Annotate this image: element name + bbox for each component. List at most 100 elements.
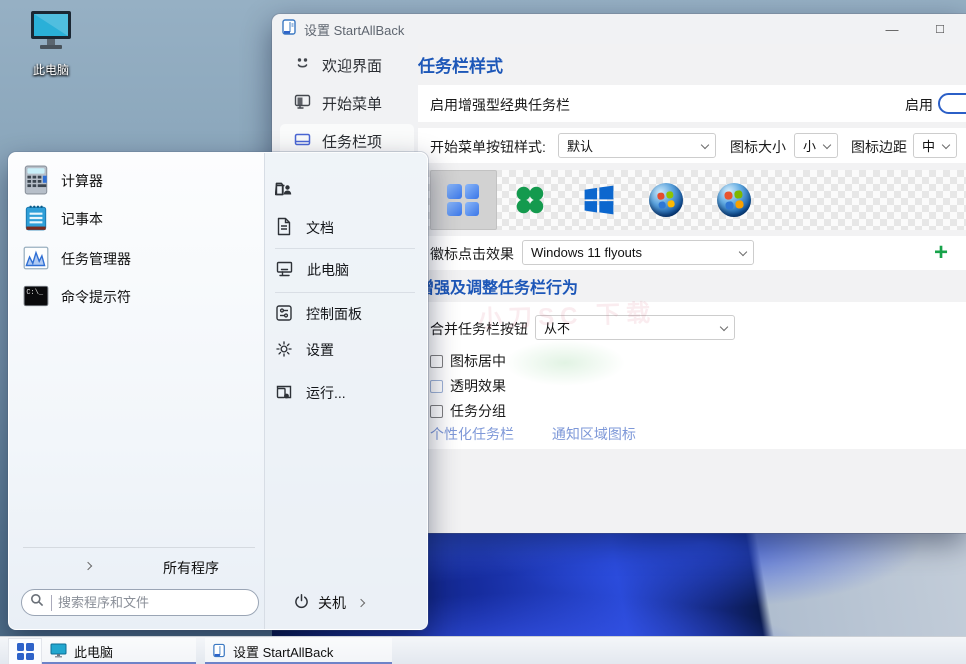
this-pc-taskbar-icon [50, 643, 67, 661]
desktop-icon-this-pc[interactable]: 此电脑 [12, 8, 90, 78]
start-menu-search-box[interactable] [21, 589, 259, 616]
shutdown-label: 关机 [318, 593, 346, 613]
behavior-section-heading: 增强及调整任务栏行为 [418, 274, 578, 298]
checkbox-transparency[interactable]: 透明效果 [430, 376, 506, 396]
checkbox-icon [430, 355, 443, 368]
chevron-down-icon [823, 141, 831, 149]
maximize-button[interactable]: ☐ [920, 14, 960, 44]
icon-size-label: 图标大小 [730, 137, 786, 157]
selected-value: Windows 11 flyouts [531, 245, 642, 260]
chevron-right-icon [84, 562, 92, 570]
start-button[interactable] [8, 638, 42, 664]
icon-margin-select[interactable]: 中 [913, 133, 957, 158]
chevron-right-icon [357, 599, 365, 607]
selected-value: 小 [803, 136, 816, 155]
this-pc-icon [26, 41, 76, 58]
gear-icon [275, 340, 293, 361]
windows-11-logo-icon[interactable] [446, 183, 480, 217]
notification-area-icons-link[interactable]: 通知区域图标 [552, 426, 636, 442]
icon-size-select[interactable]: 小 [794, 133, 838, 158]
svg-text:C:\_: C:\_ [26, 288, 44, 296]
start-menu-item-label: 任务管理器 [61, 249, 131, 269]
control-panel-icon [275, 304, 293, 325]
all-programs-label: 所有程序 [163, 558, 219, 578]
title-bar[interactable]: 设置 StartAllBack [272, 14, 966, 44]
windows-start-icon [17, 643, 34, 660]
checkbox-label: 任务分组 [450, 401, 506, 421]
checkbox-label: 透明效果 [450, 376, 506, 396]
start-menu-item-calculator[interactable]: 计算器 [17, 163, 257, 199]
start-menu-item-task-manager[interactable]: 任务管理器 [17, 241, 257, 277]
start-menu-item-user-folder[interactable] [275, 177, 421, 203]
checkbox-icon [430, 405, 443, 418]
start-button-style-label: 开始菜单按钮样式: [430, 137, 546, 157]
windows-7-orb-icon[interactable] [649, 183, 683, 217]
logo-click-effect-select[interactable]: Windows 11 flyouts [522, 240, 754, 265]
settings-content: 任务栏样式 启用增强型经典任务栏 启用 开始菜单按钮样式: 默认 图标大小 小 … [418, 44, 966, 533]
user-folder-icon [275, 179, 294, 201]
watermark-smudge [505, 340, 625, 386]
icon-margin-label: 图标边距 [851, 137, 907, 157]
start-menu-item-notepad[interactable]: 记事本 [17, 201, 257, 237]
sidebar-item-welcome[interactable]: 欢迎界面 [280, 48, 414, 82]
logo-click-effect-row: 徽标点击效果 Windows 11 flyouts [418, 236, 966, 270]
shutdown-button[interactable]: 关机 [293, 590, 364, 616]
enable-classic-taskbar-label: 启用增强型经典任务栏 [430, 95, 570, 115]
startallback-taskbar-icon [213, 643, 226, 661]
start-button-style-row: 开始菜单按钮样式: 默认 图标大小 小 图标边距 中 [418, 128, 966, 163]
enable-classic-taskbar-row: 启用增强型经典任务栏 启用 [418, 85, 966, 122]
run-icon [275, 383, 293, 404]
watermark-text: 小刀SC 下载 [477, 293, 656, 334]
start-menu-item-label: 记事本 [61, 209, 103, 229]
checkbox-task-grouping[interactable]: 任务分组 [430, 401, 506, 421]
start-button-style-select[interactable]: 默认 [558, 133, 716, 158]
add-button[interactable]: + [934, 238, 948, 268]
taskbar-settings-icon [294, 131, 311, 152]
startallback-app-icon [282, 19, 297, 40]
start-menu-item-documents[interactable]: 文档 [275, 215, 421, 241]
start-menu-item-label: 计算器 [61, 171, 103, 191]
windows-10-logo-icon[interactable] [582, 183, 616, 217]
sidebar-item-label: 任务栏项 [322, 131, 382, 152]
window-title: 设置 StartAllBack [304, 20, 404, 39]
divider [275, 248, 415, 249]
start-menu-item-label: 控制面板 [306, 304, 362, 324]
search-input[interactable] [51, 595, 250, 611]
start-menu-item-command-prompt[interactable]: C:\_ 命令提示符 [17, 279, 257, 315]
taskbar: 此电脑 设置 StartAllBack [0, 636, 966, 664]
chevron-down-icon [701, 141, 709, 149]
enable-toggle[interactable] [938, 93, 966, 114]
clover-logo-icon[interactable] [513, 183, 547, 217]
notepad-icon [21, 203, 51, 236]
taskbar-button-startallback[interactable]: 设置 StartAllBack [205, 638, 392, 664]
start-menu-item-this-pc[interactable]: 此电脑 [275, 257, 421, 283]
start-menu-item-settings[interactable]: 设置 [275, 337, 421, 363]
command-prompt-icon: C:\_ [21, 281, 51, 314]
taskbar-button-label: 此电脑 [74, 642, 113, 661]
taskbar-button-this-pc[interactable]: 此电脑 [42, 638, 196, 664]
taskbar-button-label: 设置 StartAllBack [233, 642, 333, 661]
windows-vista-orb-icon[interactable] [717, 183, 751, 217]
divider [275, 292, 415, 293]
calculator-icon [21, 165, 51, 198]
sidebar-item-start-menu[interactable]: 开始菜单 [280, 86, 414, 120]
minimize-button[interactable]: — [872, 14, 912, 44]
selected-value: 中 [922, 136, 935, 155]
logo-click-effect-label: 徽标点击效果 [430, 244, 514, 264]
checkbox-center-icons[interactable]: 图标居中 [430, 351, 506, 371]
task-manager-icon [21, 243, 51, 276]
page-title: 任务栏样式 [418, 52, 503, 77]
all-programs-item[interactable]: 所有程序 [9, 555, 265, 579]
sidebar-item-label: 开始菜单 [322, 93, 382, 114]
checkbox-label: 图标居中 [450, 351, 506, 371]
start-menu-item-control-panel[interactable]: 控制面板 [275, 301, 421, 327]
sidebar-item-label: 欢迎界面 [322, 55, 382, 76]
start-menu-item-label: 运行... [306, 383, 346, 403]
start-menu-item-label: 文档 [306, 218, 334, 238]
start-menu-icon [294, 93, 311, 114]
desktop-icon-label: 此电脑 [12, 61, 90, 78]
start-menu-item-run[interactable]: 运行... [275, 380, 421, 406]
document-icon [275, 217, 293, 239]
personalize-taskbar-link[interactable]: 个性化任务栏 [430, 426, 514, 442]
checkbox-icon [430, 380, 443, 393]
